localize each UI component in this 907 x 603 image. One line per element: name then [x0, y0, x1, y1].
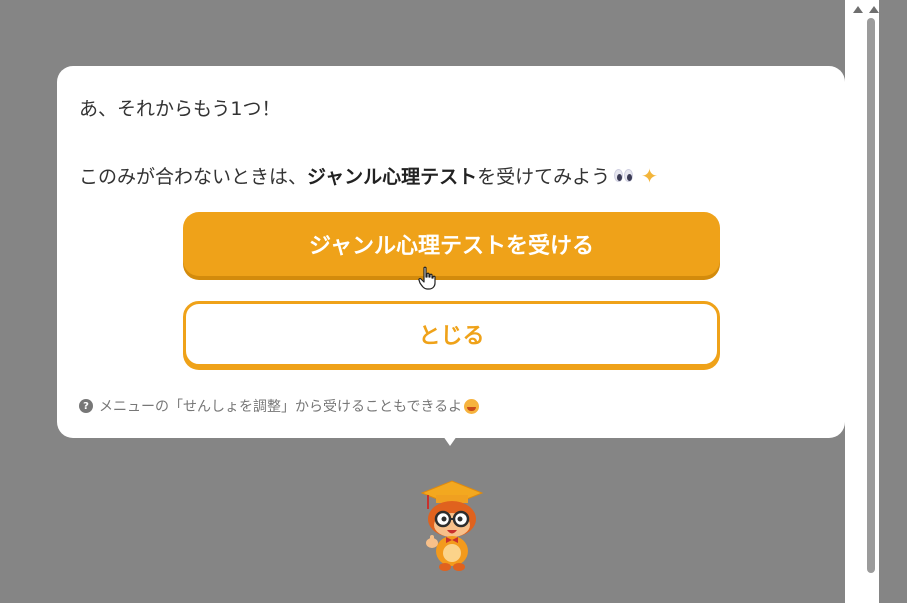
eyes-icon — [614, 169, 634, 182]
popup-dialog: あ、それからもう1つ！ このみが合わないときは、 ジャンル心理テスト を受けてみ… — [57, 66, 845, 438]
hand-pointer-cursor-icon — [418, 266, 436, 290]
close-button[interactable]: とじる — [183, 301, 720, 367]
message-suffix: を受けてみよう — [477, 166, 611, 188]
smiling-face-icon — [464, 398, 480, 414]
scrollbar[interactable] — [845, 0, 879, 603]
popup-footnote: ? メニューの「せんしょを調整」から受けることもできるよ — [79, 396, 480, 416]
scroll-thumb[interactable] — [867, 18, 875, 573]
question-circle-icon: ? — [79, 399, 93, 413]
footnote-text: メニューの「せんしょを調整」から受けることもできるよ — [99, 399, 463, 415]
message-prefix: このみが合わないときは、 — [79, 166, 308, 188]
scroll-up-arrow-icon[interactable] — [867, 3, 881, 15]
message-bold-test-name: ジャンル心理テスト — [307, 166, 478, 188]
speech-bubble-tail — [443, 436, 457, 446]
scroll-up-arrow-icon[interactable] — [851, 3, 865, 15]
sparkles-icon: ✦ — [641, 163, 658, 188]
popup-message-line2: このみが合わないときは、 ジャンル心理テスト を受けてみよう ✦ — [79, 162, 658, 189]
popup-message-line1: あ、それからもう1つ！ — [79, 98, 281, 120]
graduate-owl-mascot-icon — [420, 480, 484, 571]
window-edge — [879, 0, 907, 603]
take-genre-test-button[interactable]: ジャンル心理テストを受ける — [183, 212, 720, 276]
